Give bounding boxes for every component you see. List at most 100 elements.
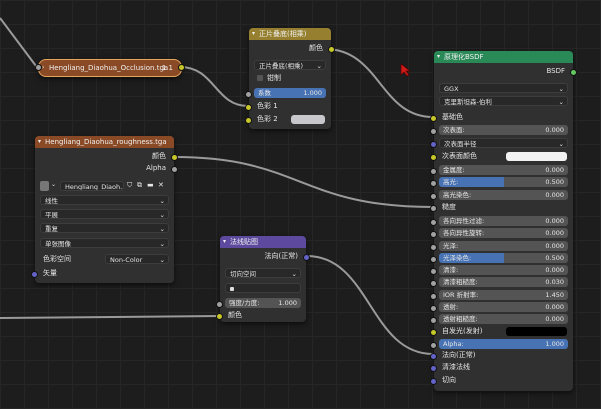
chevron-down-icon: ⌄ (558, 140, 564, 148)
uvmap-field[interactable] (225, 283, 301, 293)
extension-dropdown[interactable]: 重复 ⌄ (40, 223, 169, 233)
interpolation-dropdown[interactable]: 线性 ⌄ (40, 195, 169, 205)
metallic-socket[interactable] (430, 168, 437, 175)
aniso-rotation-socket[interactable] (430, 231, 437, 238)
ior-socket[interactable] (430, 293, 437, 300)
checkbox-icon (257, 75, 263, 81)
space-dropdown[interactable]: 切向空间 ⌄ (225, 268, 301, 278)
anisotropic-socket[interactable] (430, 219, 437, 226)
alpha-socket[interactable] (430, 342, 437, 349)
color2-socket[interactable] (245, 117, 252, 124)
output-color-socket[interactable] (328, 46, 335, 53)
specular-field[interactable]: 高光: 0.500 (439, 177, 568, 187)
specular-socket[interactable] (430, 180, 437, 187)
image-icon[interactable] (40, 181, 49, 191)
shield-icon[interactable]: ⛉ (127, 181, 132, 190)
collapse-arrow-icon[interactable]: ▾ (252, 28, 255, 40)
clearcoat-normal-label: 清漆法线 (442, 363, 470, 371)
emission-socket[interactable] (430, 329, 437, 336)
roughness-label: 糙度 (442, 203, 456, 211)
output-bsdf-socket[interactable] (570, 69, 577, 76)
node-extra: 1 1 (161, 64, 173, 72)
output-color-socket[interactable] (171, 154, 178, 161)
subsurface-method-dropdown[interactable]: 克里斯坦森-伯利 ⌄ (439, 96, 568, 106)
subsurface-color-swatch[interactable] (506, 152, 567, 161)
strength-socket[interactable] (216, 301, 223, 308)
output-socket[interactable] (178, 64, 185, 71)
projection-dropdown[interactable]: 平展 ⌄ (40, 209, 169, 219)
occlusion-texture-node[interactable]: › Hengliang_Diaohua_Occlusion.tga 1 1 (35, 59, 185, 77)
close-icon[interactable]: ✕ (158, 181, 164, 189)
output-normal-socket[interactable] (303, 254, 310, 261)
uv-icon (230, 287, 234, 291)
image-name-field[interactable]: Hengliang_Diaoh... (60, 181, 124, 191)
sheen-tint-field[interactable]: 光泽染色: 0.500 (439, 253, 568, 263)
factor-socket[interactable] (245, 91, 252, 98)
specular-tint-field[interactable]: 高光染色: 0.000 (439, 190, 568, 200)
clearcoat-normal-socket[interactable] (430, 365, 437, 372)
mouse-cursor-icon (400, 63, 412, 77)
output-alpha-socket[interactable] (171, 166, 178, 173)
alpha-field[interactable]: Alpha: 1.000 (439, 339, 568, 349)
subsurface-radius-dropdown[interactable]: 次表面半径 ⌄ (439, 138, 568, 148)
roughness-texture-node[interactable]: ▾ Hengliang_Diaohua_roughness.tga 颜色 Alp… (31, 136, 178, 283)
clearcoat-roughness-field[interactable]: 清漆粗糙度: 0.030 (439, 277, 568, 287)
subsurface-color-socket[interactable] (430, 154, 437, 161)
specular-tint-socket[interactable] (430, 193, 437, 200)
transmission-field[interactable]: 透射: 0.000 (439, 302, 568, 312)
color-socket[interactable] (216, 313, 223, 320)
factor-field[interactable]: 系数 1.000 (254, 88, 326, 98)
collapse-arrow-icon[interactable]: ▾ (38, 136, 41, 148)
output-normal-label: 法向(正常) (264, 252, 298, 260)
collapse-arrow-icon[interactable]: ▾ (437, 51, 440, 63)
image-selector[interactable]: ⌄ Hengliang_Diaoh... ⛉ ⧉ ▬ ✕ (40, 181, 170, 192)
clearcoat-socket[interactable] (430, 268, 437, 275)
aniso-rotation-field[interactable]: 各向异性旋转: 0.000 (439, 228, 568, 238)
normal-map-node[interactable]: ▾ 法线贴图 法向(正常) 切向空间 ⌄ 强度/力度: 1.000 颜色 (216, 236, 310, 322)
collapse-arrow-icon[interactable]: › (42, 60, 44, 76)
color2-swatch[interactable] (291, 115, 325, 124)
node-title: Hengliang_Diaohua_roughness.tga (45, 138, 167, 146)
transmission-roughness-socket[interactable] (430, 317, 437, 324)
color-space-dropdown[interactable]: Non-Color ⌄ (105, 254, 169, 264)
sheen-socket[interactable] (430, 244, 437, 251)
strength-field[interactable]: 强度/力度: 1.000 (225, 298, 301, 308)
source-dropdown[interactable]: 单张图像 ⌄ (40, 238, 169, 248)
normal-label: 法向(正常) (442, 351, 476, 359)
link-roughness-to-roughness (174, 156, 434, 208)
emission-swatch[interactable] (506, 327, 567, 336)
roughness-socket[interactable] (430, 205, 437, 212)
subsurface-socket[interactable] (430, 128, 437, 135)
metallic-field[interactable]: 金属度: 0.000 (439, 165, 568, 175)
chevron-down-icon[interactable]: ⌄ (51, 181, 56, 188)
link-multiply-to-basecolor (324, 48, 434, 118)
color1-socket[interactable] (245, 104, 252, 111)
ior-field[interactable]: IOR 折射率: 1.450 (439, 290, 568, 300)
copy-icon[interactable]: ⧉ (137, 181, 142, 190)
mix-multiply-node[interactable]: ▾ 正片叠底(相乘) 颜色 正片叠底(相乘) ⌄ 钳制 系数 1.000 色彩 1 … (245, 28, 335, 129)
subsurface-radius-socket[interactable] (430, 141, 437, 148)
base-color-socket[interactable] (430, 115, 437, 122)
clamp-checkbox[interactable]: 钳制 (249, 73, 331, 84)
output-alpha-label: Alpha (146, 164, 166, 172)
transmission-socket[interactable] (430, 305, 437, 312)
transmission-roughness-field[interactable]: 透射粗糙度: 0.000 (439, 314, 568, 324)
folder-icon[interactable]: ▬ (147, 181, 154, 189)
link-to-occlusion (0, 17, 37, 67)
sheen-field[interactable]: 光泽: 0.000 (439, 241, 568, 251)
principled-bsdf-node[interactable]: ▾ 原理化BSDF BSDF GGX ⌄ 克里斯坦森-伯利 ⌄ 基础色 次表面: 0.… (430, 51, 577, 391)
clearcoat-roughness-socket[interactable] (430, 280, 437, 287)
sheen-tint-socket[interactable] (430, 256, 437, 263)
subsurface-field[interactable]: 次表面: 0.000 (439, 125, 568, 135)
input-socket[interactable] (35, 64, 42, 71)
collapse-arrow-icon[interactable]: ▾ (223, 236, 226, 248)
distribution-dropdown[interactable]: GGX ⌄ (439, 83, 568, 93)
clearcoat-field[interactable]: 清漆: 0.000 (439, 265, 568, 275)
tangent-socket[interactable] (430, 378, 437, 385)
node-title: 正片叠底(相乘) (259, 30, 307, 38)
blend-mode-dropdown[interactable]: 正片叠底(相乘) ⌄ (254, 60, 326, 70)
anisotropic-field[interactable]: 各向异性过滤: 0.000 (439, 216, 568, 226)
normal-socket[interactable] (430, 353, 437, 360)
vector-socket[interactable] (31, 271, 38, 278)
chevron-down-icon: ⌄ (159, 225, 165, 233)
